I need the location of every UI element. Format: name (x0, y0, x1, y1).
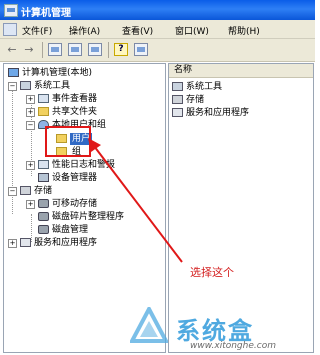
watermark-url: www.xitonghe.com (190, 341, 276, 351)
watermark-logo-icon (130, 307, 168, 343)
annotation-text: 选择这个 (190, 266, 234, 279)
annotation-arrow (88, 138, 183, 263)
watermark: 系统盒 www.xitonghe.com (120, 305, 315, 355)
